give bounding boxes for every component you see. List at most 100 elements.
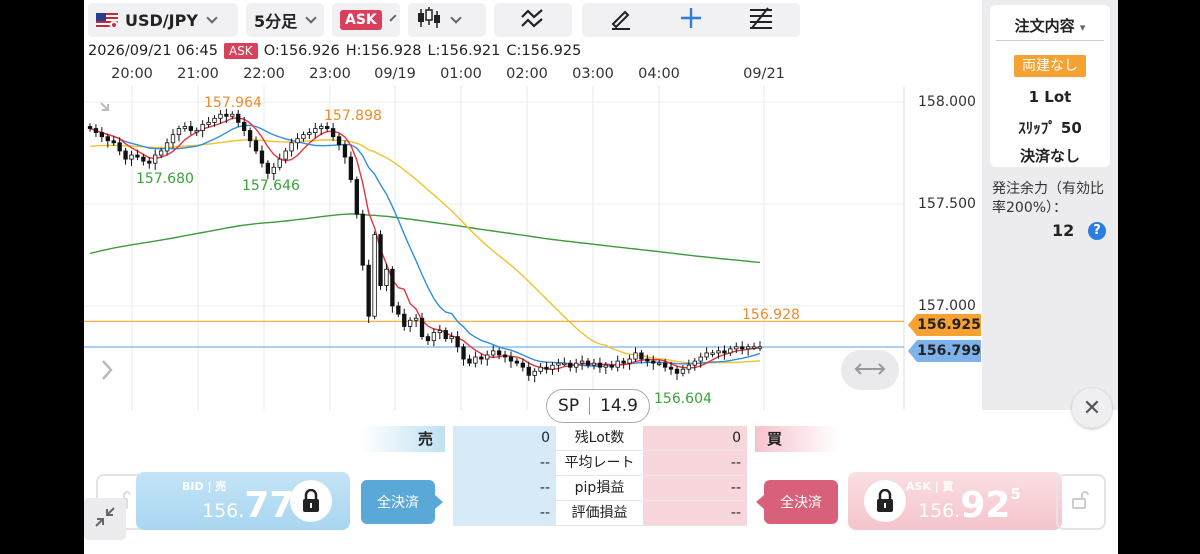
candle-body bbox=[419, 317, 425, 338]
candle-body bbox=[413, 317, 419, 321]
lot-size: 1 Lot bbox=[1028, 88, 1072, 106]
time-axis-label: 09/19 bbox=[374, 66, 416, 82]
price-side-selector[interactable]: ASK bbox=[332, 3, 400, 37]
trading-app: USD/JPY 5分足 ASK 2026/09/21 06:45 ASK O:1… bbox=[84, 0, 1118, 554]
candle-body bbox=[93, 128, 99, 134]
time-axis-label: 03:00 bbox=[572, 66, 614, 82]
candle-body bbox=[556, 362, 561, 366]
candle-body bbox=[538, 366, 543, 372]
candle-body bbox=[651, 360, 656, 364]
trendline-icon bbox=[520, 7, 546, 33]
candle-body bbox=[562, 362, 567, 366]
buy-value: -- bbox=[643, 476, 747, 500]
candle-body bbox=[639, 352, 644, 360]
ohlc-info: 2026/09/21 06:45 ASK O:156.926 H:156.928… bbox=[88, 43, 581, 59]
candle-body bbox=[241, 122, 247, 131]
chevron-right-icon[interactable] bbox=[100, 358, 114, 386]
low-annotation: 156.604 bbox=[654, 391, 712, 407]
spread-value: 14.9 bbox=[600, 396, 638, 416]
timeframe-label: 5分足 bbox=[254, 12, 298, 31]
settlement-setting: 決済なし bbox=[1019, 147, 1080, 165]
candle-body bbox=[633, 352, 638, 360]
unlock-icon bbox=[1070, 490, 1090, 510]
lock-icon[interactable] bbox=[290, 480, 332, 522]
candle-body bbox=[348, 156, 354, 180]
candle-body bbox=[526, 366, 531, 376]
candle-body bbox=[301, 134, 306, 140]
table-row: -- 平均レート -- bbox=[453, 451, 747, 476]
candle-body bbox=[402, 313, 407, 327]
symbol-label: USD/JPY bbox=[125, 10, 198, 30]
slippage: ｽﾘｯﾌﾟ 50 bbox=[1018, 119, 1082, 137]
fibonacci-tool-button[interactable] bbox=[722, 3, 800, 37]
candle-body bbox=[502, 354, 508, 358]
bar-datetime: 2026/09/21 06:45 bbox=[88, 43, 218, 59]
candle-body bbox=[645, 358, 650, 362]
chevron-down-icon bbox=[389, 14, 397, 22]
candle-body bbox=[745, 346, 751, 350]
shrink-panel-button[interactable] bbox=[84, 498, 126, 540]
buy-lock-toggle[interactable] bbox=[1056, 474, 1106, 530]
symbol-selector[interactable]: USD/JPY bbox=[88, 3, 238, 37]
candle-body bbox=[307, 132, 312, 136]
candle-body bbox=[710, 352, 715, 355]
candle-body bbox=[431, 332, 437, 342]
candle-body bbox=[230, 113, 235, 117]
candle-body bbox=[319, 126, 324, 129]
candle-body bbox=[378, 234, 383, 287]
candle-body bbox=[591, 362, 597, 366]
timeframe-selector[interactable]: 5分足 bbox=[246, 3, 324, 37]
order-settings-panel: 注文内容 ▾ 両建なし 1 Lot ｽﾘｯﾌﾟ 50 決済なし 発注余力（有効比… bbox=[982, 0, 1118, 410]
price-axis-label: 157.500 bbox=[918, 196, 976, 212]
help-icon[interactable]: ? bbox=[1088, 222, 1106, 240]
order-content-card[interactable]: 注文内容 ▾ 両建なし 1 Lot ｽﾘｯﾌﾟ 50 決済なし bbox=[990, 5, 1110, 167]
candle-body bbox=[609, 364, 614, 368]
candle-body bbox=[259, 150, 265, 164]
candle-body bbox=[135, 154, 140, 158]
table-row: -- 評価損益 -- bbox=[453, 501, 747, 526]
crosshair-icon bbox=[679, 6, 703, 34]
chart-type-selector[interactable] bbox=[408, 3, 486, 37]
buy-value: -- bbox=[643, 451, 747, 475]
time-axis-label: 21:00 bbox=[177, 66, 219, 82]
close-all-sell-button[interactable]: 全決済 bbox=[361, 480, 443, 524]
order-capacity-value: 12 bbox=[1052, 221, 1075, 240]
buy-ask-button[interactable]: ASK | 買 156.925 bbox=[848, 472, 1062, 530]
spread-indicator: SP 14.9 bbox=[546, 389, 650, 423]
candle-body bbox=[218, 113, 223, 119]
trendline-tool-button[interactable] bbox=[494, 3, 572, 37]
candle-body bbox=[325, 126, 330, 129]
candle-body bbox=[585, 360, 591, 366]
candle-body bbox=[123, 150, 128, 160]
candle-body bbox=[164, 142, 170, 152]
candle-body bbox=[105, 136, 110, 142]
sell-bid-button[interactable]: BID | 売 156.77 bbox=[136, 472, 350, 530]
close-panel-button[interactable]: ✕ bbox=[1072, 388, 1112, 428]
chart-scroll-button[interactable] bbox=[841, 350, 899, 390]
collapse-icon[interactable] bbox=[98, 100, 120, 126]
close-all-buy-button[interactable]: 全決済 bbox=[756, 480, 838, 524]
candle-body bbox=[253, 140, 259, 152]
candle-body bbox=[449, 336, 454, 340]
candle-body bbox=[514, 360, 520, 364]
price-axis-label: 158.000 bbox=[918, 94, 976, 110]
candle-body bbox=[289, 142, 294, 152]
candle-body bbox=[212, 117, 217, 123]
bid-price: 156.77 bbox=[202, 485, 295, 526]
candle-body bbox=[508, 356, 514, 362]
candle-body bbox=[425, 336, 431, 342]
info-side-badge: ASK bbox=[223, 43, 258, 59]
candle-body bbox=[455, 336, 460, 348]
high-annotation: 156.928 bbox=[742, 307, 800, 323]
candle-body bbox=[674, 368, 680, 374]
candle-body bbox=[408, 319, 413, 327]
low-annotation: 157.646 bbox=[242, 178, 300, 194]
candle-body bbox=[194, 130, 199, 133]
crosshair-tool-button[interactable] bbox=[652, 3, 730, 37]
candle-body bbox=[147, 160, 152, 164]
lock-icon[interactable] bbox=[864, 480, 906, 522]
draw-tool-button[interactable] bbox=[582, 3, 660, 37]
candle-body bbox=[354, 179, 359, 215]
order-content-title[interactable]: 注文内容 ▾ bbox=[990, 15, 1110, 36]
chart-toolbar: USD/JPY 5分足 ASK bbox=[84, 0, 984, 40]
